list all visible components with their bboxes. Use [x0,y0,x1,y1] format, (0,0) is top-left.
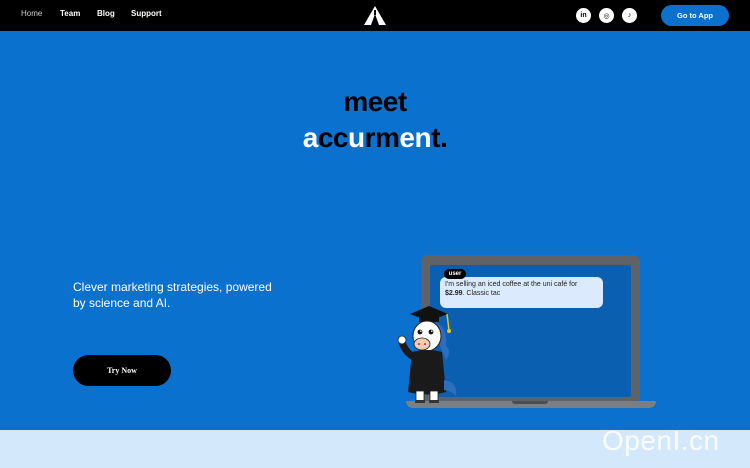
laptop-notch [512,401,548,404]
chat-text-after: . Classic tac [462,290,501,297]
nav-team[interactable]: Team [60,9,80,18]
top-navbar: Home Team Blog Support in ◎ ♪ Go to App [0,0,750,31]
brand-part-5: t [431,122,440,153]
brand-part-0: a [302,122,319,153]
linkedin-icon[interactable]: in [576,8,591,23]
try-now-button[interactable]: Try Now [73,355,171,386]
instagram-icon[interactable]: ◎ [599,8,614,23]
watermark-text: OpenI.cn [602,425,720,456]
chat-role-tag: user [444,269,466,279]
tiktok-icon[interactable]: ♪ [622,8,637,23]
nav-home[interactable]: Home [21,9,42,18]
hero-brand-name: accurment. [0,122,750,154]
nav-support[interactable]: Support [131,9,162,18]
brand-part-4: en [399,122,432,153]
brand-part-3: rm [364,122,400,153]
go-to-app-button[interactable]: Go to App [661,5,729,26]
unicorn-mascot-icon [397,306,457,403]
hero-title-meet: meet [343,86,407,117]
brand-part-6: . [439,122,448,153]
brand-part-2: u [348,122,365,153]
nav-blog[interactable]: Blog [97,9,115,18]
logo-icon[interactable] [364,6,386,25]
hero-tagline: Clever marketing strategies, powered by … [73,280,272,310]
chat-price: $2.99 [445,290,463,297]
chat-text-before: I'm selling an iced coffee at the uni ca… [445,281,578,288]
brand-part-1: cc [317,122,349,153]
